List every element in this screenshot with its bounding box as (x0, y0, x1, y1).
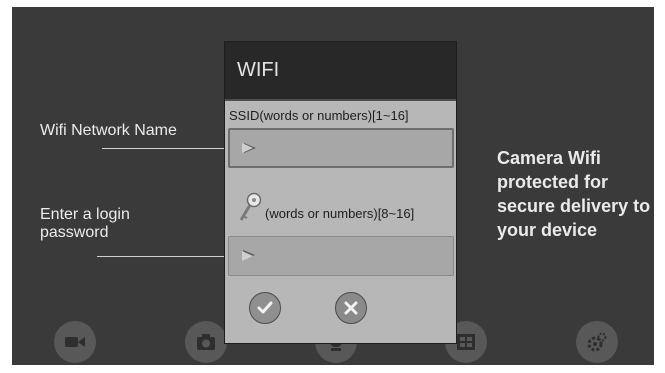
password-arrow-icon (242, 251, 253, 261)
password-label-row: (words or numbers)[8~16] (237, 192, 414, 224)
key-icon (239, 192, 262, 221)
settings-button[interactable] (576, 321, 618, 363)
ssid-label: SSID(words or numbers)[1~16] (229, 108, 409, 123)
video-button[interactable] (54, 321, 96, 363)
video-camera-icon (65, 337, 85, 347)
ssid-input[interactable] (228, 128, 454, 168)
password-annotation: Enter a login password (40, 206, 130, 241)
cancel-button[interactable] (335, 292, 367, 324)
check-icon (257, 301, 273, 314)
promo-text: Camera Wifi protected for secure deliver… (497, 148, 651, 240)
close-icon (344, 301, 358, 315)
wifi-dialog: WIFI SSID(words or numbers)[1~16] (words… (224, 41, 457, 344)
network-name-annotation: Wifi Network Name (40, 122, 177, 139)
snapshot-button[interactable] (185, 321, 227, 363)
password-input[interactable] (228, 236, 454, 276)
settings-gear-icon (587, 332, 607, 352)
gallery-icon (457, 334, 475, 350)
password-hint: (words or numbers)[8~16] (265, 206, 415, 221)
password-leader-line (97, 256, 232, 257)
camera-icon (197, 334, 215, 350)
dialog-title: WIFI (225, 42, 456, 101)
confirm-button[interactable] (249, 292, 281, 324)
network-name-arrow-icon (242, 143, 253, 153)
network-name-leader-line (102, 148, 232, 149)
